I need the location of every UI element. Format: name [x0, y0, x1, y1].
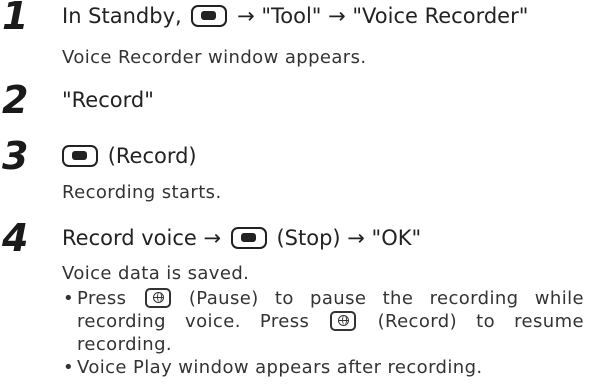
step-1-description: Voice Recorder window appears.	[62, 47, 367, 68]
note-2-text: Voice Play window appears after recordin…	[77, 357, 483, 378]
step-4-text-a: Record voice →	[62, 226, 222, 250]
step-4-text-b: (Stop) → "OK"	[276, 226, 422, 250]
step-4-description: Voice data is saved.	[62, 263, 250, 284]
step-1-text-a: In Standby,	[62, 4, 182, 28]
bullet-marker: •	[63, 357, 75, 378]
step-3-description: Recording starts.	[62, 182, 222, 203]
center-key-icon	[191, 5, 228, 27]
step-1-instruction: In Standby, → "Tool" → "Voice Recorder"	[62, 3, 528, 29]
step-3-instruction: (Record)	[62, 143, 197, 169]
note-item-1: • Press (Pause) to pause the recording w…	[62, 287, 584, 356]
note-1-text-a: Press	[77, 288, 127, 309]
note-item-2: • Voice Play window appears after record…	[62, 356, 584, 379]
step-2-number: 2	[2, 78, 29, 122]
step-1-number: 1	[2, 0, 29, 38]
step-2-instruction: "Record"	[62, 88, 154, 112]
note-1-text-d: (Record) to	[377, 311, 495, 332]
globe-key-icon	[330, 311, 357, 331]
step-4-number: 4	[2, 216, 29, 260]
step-3-text: (Record)	[107, 144, 197, 168]
globe-key-icon	[144, 288, 171, 308]
step-3-number: 3	[2, 134, 29, 178]
step-4-instruction: Record voice → (Stop) → "OK"	[62, 225, 421, 251]
center-key-icon	[62, 145, 98, 167]
center-key-icon	[230, 227, 267, 249]
step-1-text-b: → "Tool" → "Voice Recorder"	[237, 4, 529, 28]
bullet-marker: •	[63, 288, 75, 309]
note-1-text-b: (Pause) to pause the recording	[188, 288, 519, 309]
notes-list: • Press (Pause) to pause the recording w…	[62, 287, 584, 379]
